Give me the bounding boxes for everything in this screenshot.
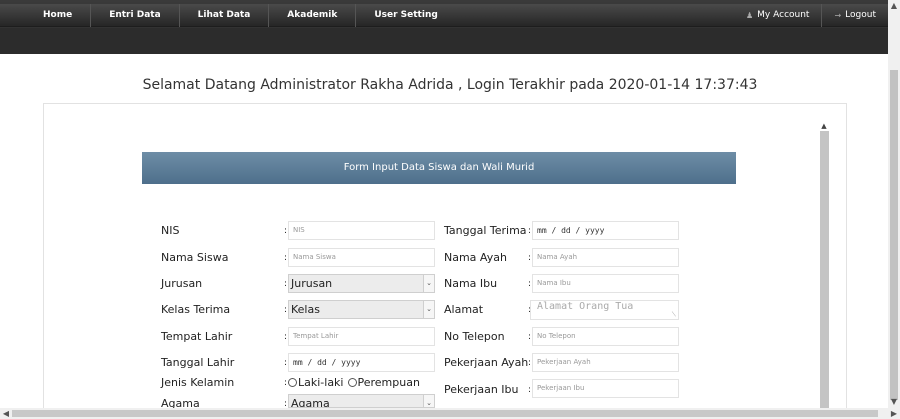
nama-ayah-label: Nama Ayah — [444, 251, 507, 264]
radio-perempuan[interactable] — [347, 378, 357, 387]
tempat-lahir-colon: : — [284, 332, 288, 342]
radio-laki-laki-label[interactable]: Laki-laki — [298, 376, 344, 389]
page-horizontal-scrollbar[interactable]: ◀ ▶ — [0, 408, 900, 419]
alamat-textarea[interactable]: Alamat Orang Tua ⃥ — [530, 300, 679, 320]
nama-ayah-colon: : — [528, 253, 532, 263]
agama-selected: Agama — [291, 397, 330, 408]
scroll-right-arrow-icon[interactable]: ▶ — [888, 408, 900, 419]
jenis-kelamin-radio-group: Laki-laki Perempuan — [288, 376, 420, 389]
kelas-selected: Kelas — [291, 303, 320, 316]
no-telepon-colon: : — [528, 332, 532, 342]
logout-arrow-icon: → — [834, 11, 842, 20]
jurusan-label: Jurusan — [161, 277, 203, 290]
alamat-placeholder: Alamat Orang Tua — [537, 301, 634, 312]
kelas-terima-colon: : — [284, 305, 288, 315]
tanggal-lahir-colon: : — [284, 358, 288, 368]
nav-lihat-data[interactable]: Lihat Data — [180, 4, 270, 27]
jenis-kelamin-colon: : — [284, 378, 288, 388]
tanggal-lahir-label: Tanggal Lahir — [161, 356, 235, 369]
tanggal-terima-label: Tanggal Terima — [444, 224, 527, 237]
my-account-label: My Account — [757, 10, 810, 20]
pekerjaan-ibu-input[interactable]: Pekerjaan Ibu — [532, 379, 679, 398]
nama-siswa-label: Nama Siswa — [161, 251, 229, 264]
nav-home[interactable]: Home — [0, 4, 92, 27]
no-telepon-input[interactable]: No Telepon — [532, 327, 679, 346]
form-title: Form Input Data Siswa dan Wali Murid — [142, 152, 736, 184]
navbar-row: Home Entri Data Lihat Data Akademik User… — [0, 4, 888, 27]
logout-link[interactable]: → Logout — [821, 4, 888, 27]
nav-akademik[interactable]: Akademik — [269, 4, 357, 27]
tanggal-terima-colon: : — [528, 226, 532, 236]
pekerjaan-ayah-input[interactable]: Pekerjaan Ayah — [532, 353, 679, 372]
logout-label: Logout — [845, 10, 876, 20]
panel-scroll-up-arrow-icon[interactable]: ▲ — [818, 121, 830, 131]
nav-entri-data[interactable]: Entri Data — [91, 4, 180, 27]
tanggal-terima-input[interactable]: mm / dd / yyyy — [532, 221, 679, 240]
radio-perempuan-label[interactable]: Perempuan — [358, 376, 420, 389]
nis-label: NIS — [161, 224, 180, 237]
kelas-terima-label: Kelas Terima — [161, 303, 231, 316]
chevron-down-icon: ⌄ — [423, 301, 434, 318]
pekerjaan-ayah-label: Pekerjaan Ayah — [444, 356, 529, 369]
tempat-lahir-input[interactable]: Tempat Lahir — [288, 327, 435, 346]
jurusan-colon: : — [284, 279, 288, 289]
top-navbar: Home Entri Data Lihat Data Akademik User… — [0, 0, 888, 54]
nama-ibu-label: Nama Ibu — [444, 277, 498, 290]
horizontal-scrollbar-thumb[interactable] — [12, 410, 878, 417]
jenis-kelamin-label: Jenis Kelamin — [161, 376, 235, 389]
page-vertical-scrollbar[interactable]: ▲ ▼ — [888, 0, 900, 408]
chevron-down-icon: ⌄ — [423, 395, 434, 407]
scroll-left-arrow-icon[interactable]: ◀ — [0, 408, 12, 419]
pekerjaan-ayah-colon: : — [528, 358, 532, 368]
radio-laki-laki[interactable] — [288, 378, 297, 387]
nama-siswa-input[interactable]: Nama Siswa — [288, 248, 435, 267]
jurusan-select[interactable]: Jurusan ⌄ — [288, 274, 435, 293]
nama-ibu-input[interactable]: Nama Ibu — [532, 274, 679, 293]
nama-ayah-input[interactable]: Nama Ayah — [532, 248, 679, 267]
panel-scrollbar-thumb[interactable] — [820, 131, 829, 408]
tempat-lahir-label: Tempat Lahir — [161, 330, 233, 343]
pekerjaan-ibu-colon: : — [528, 385, 532, 395]
welcome-message: Selamat Datang Administrator Rakha Adrid… — [142, 77, 758, 93]
nama-ibu-colon: : — [528, 279, 532, 289]
agama-select[interactable]: Agama ⌄ — [288, 394, 435, 408]
main-nav: Home Entri Data Lihat Data Akademik User… — [0, 4, 456, 27]
scroll-down-arrow-icon[interactable]: ▼ — [888, 396, 900, 408]
chevron-down-icon: ⌄ — [423, 275, 434, 292]
panel-vertical-scrollbar[interactable]: ▲ — [818, 121, 830, 408]
alamat-label: Alamat — [444, 303, 484, 316]
navbar-subbar — [0, 28, 888, 54]
nama-siswa-colon: : — [284, 253, 288, 263]
scrollbar-thumb[interactable] — [890, 70, 898, 400]
pekerjaan-ibu-label: Pekerjaan Ibu — [444, 383, 519, 396]
user-icon: ♟ — [746, 11, 754, 20]
nis-colon: : — [284, 226, 288, 236]
my-account-link[interactable]: ♟ My Account — [734, 4, 821, 27]
kelas-select[interactable]: Kelas ⌄ — [288, 300, 435, 319]
tanggal-lahir-input[interactable]: mm / dd / yyyy — [288, 353, 435, 372]
nav-user-setting[interactable]: User Setting — [356, 4, 455, 27]
nis-input[interactable]: NIS — [288, 221, 435, 240]
no-telepon-label: No Telepon — [444, 330, 505, 343]
jurusan-selected: Jurusan — [291, 277, 333, 290]
account-nav: ♟ My Account → Logout — [734, 4, 888, 27]
scroll-up-arrow-icon[interactable]: ▲ — [888, 0, 900, 12]
